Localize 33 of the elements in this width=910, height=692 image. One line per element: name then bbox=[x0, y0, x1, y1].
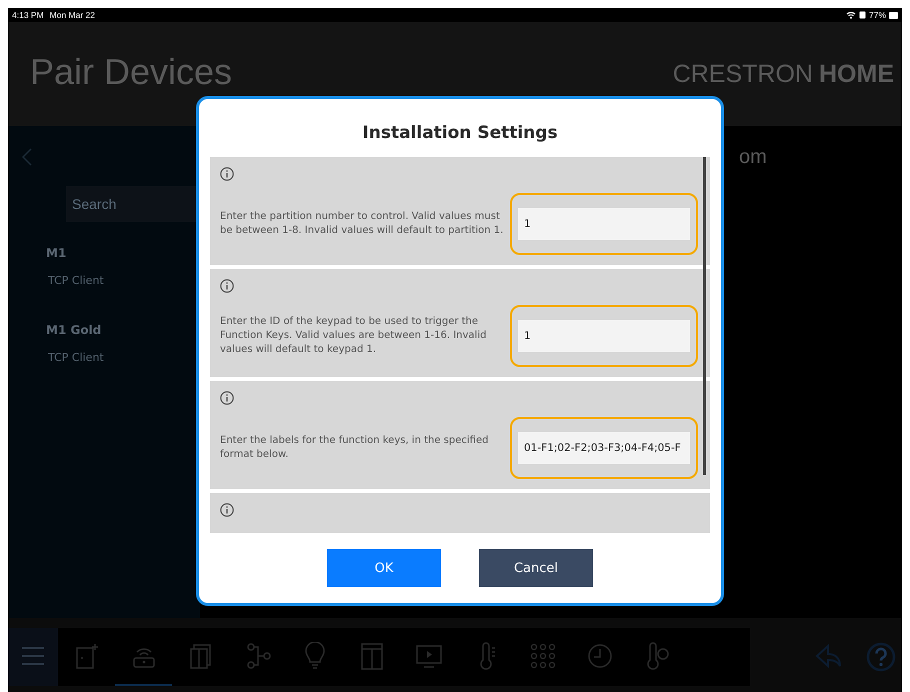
setting-description: Enter the partition number to control. Valid values must be between 1-8. Invalid values will default to partition 1. bbox=[220, 210, 504, 238]
info-icon[interactable] bbox=[220, 391, 234, 405]
battery-percent: 77% bbox=[868, 10, 886, 20]
brand-name: HOME bbox=[819, 60, 894, 88]
cancel-button[interactable]: Cancel bbox=[479, 549, 593, 587]
status-time: 4:13 PM bbox=[12, 10, 44, 20]
status-date: Mon Mar 22 bbox=[50, 10, 96, 20]
info-icon[interactable] bbox=[220, 167, 234, 181]
info-icon[interactable] bbox=[220, 279, 234, 293]
toolbar-tab[interactable] bbox=[8, 628, 58, 686]
scrollbar[interactable] bbox=[703, 157, 706, 475]
ok-button[interactable]: OK bbox=[327, 549, 441, 587]
battery-icon bbox=[889, 12, 898, 18]
orientation-lock-icon bbox=[858, 11, 866, 19]
help-icon[interactable] bbox=[866, 642, 896, 672]
content-title: om bbox=[739, 146, 768, 169]
dialog-title: Installation Settings bbox=[362, 123, 558, 143]
device-type: TCP Client bbox=[48, 274, 105, 287]
setting-description: Enter the ID of the keypad to be used to trigger the Function Keys. Valid values are between 1-16. Invalid values will default to keypad 1. bbox=[220, 315, 488, 357]
setting-input[interactable]: 01-F1;02-F2;03-F3;04-F4;05-F bbox=[510, 417, 698, 479]
wifi-icon bbox=[846, 11, 856, 19]
device-name: M1 Gold bbox=[46, 323, 102, 337]
back-chevron-icon[interactable] bbox=[22, 148, 32, 166]
clock-icon bbox=[586, 642, 614, 670]
page-title: Pair Devices bbox=[30, 51, 232, 93]
setting-input[interactable]: 1 bbox=[510, 305, 698, 367]
keypad-icon bbox=[528, 642, 556, 670]
brand-name: CRESTRON bbox=[672, 60, 813, 88]
info-icon[interactable] bbox=[220, 503, 234, 517]
device-type: TCP Client bbox=[48, 351, 105, 364]
setting-input[interactable]: 1 bbox=[510, 193, 698, 255]
device-name: M1 bbox=[46, 246, 68, 260]
setting-description: Enter the labels for the function keys, in the specified format below. bbox=[220, 434, 490, 462]
